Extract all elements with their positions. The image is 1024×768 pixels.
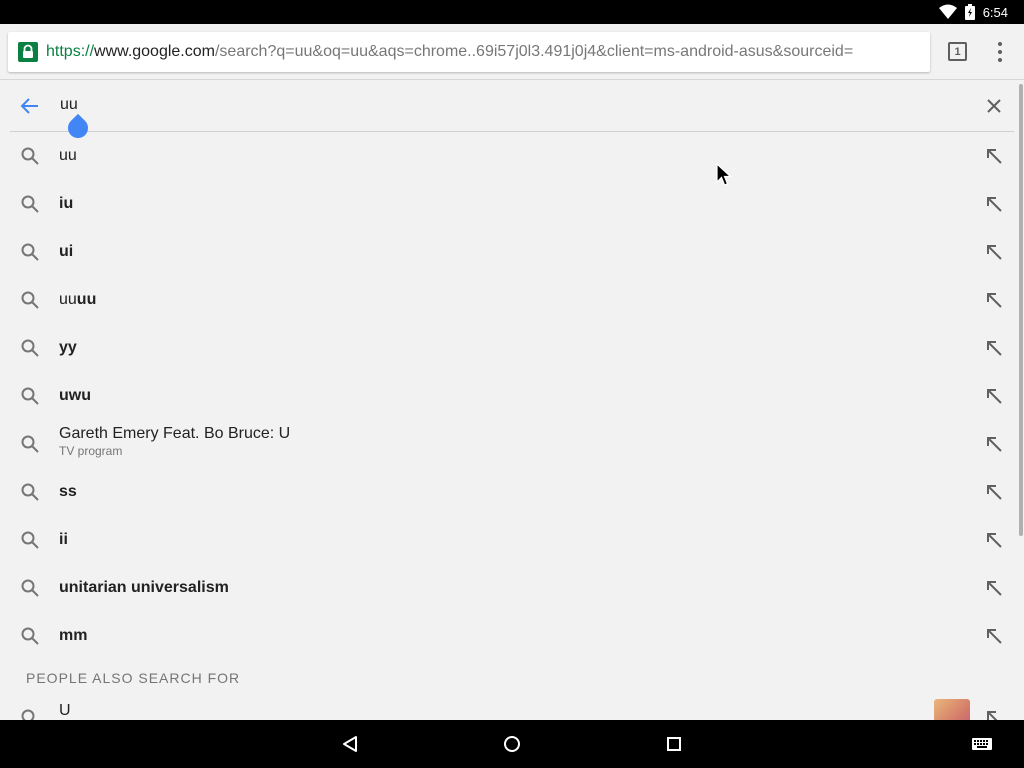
search-icon xyxy=(21,243,39,261)
url-path: /search?q=uu&oq=uu&aqs=chrome..69i57j0l3… xyxy=(214,43,854,60)
overflow-menu-button[interactable] xyxy=(990,38,1010,66)
suggestion-row[interactable]: unitarian universalism xyxy=(0,564,1024,612)
suggestion-text: uuuu xyxy=(59,291,97,308)
suggestion-subtitle: TV program xyxy=(59,444,123,458)
refine-arrow-icon[interactable] xyxy=(985,531,1003,549)
suggestion-row[interactable]: mm xyxy=(0,612,1024,660)
suggestion-row[interactable]: iu xyxy=(0,180,1024,228)
refine-arrow-icon[interactable] xyxy=(985,243,1003,261)
refine-arrow-icon[interactable] xyxy=(985,483,1003,501)
back-arrow-icon[interactable] xyxy=(20,96,40,116)
status-time: 6:54 xyxy=(982,4,1008,20)
search-row: uu xyxy=(10,80,1014,143)
refine-arrow-icon[interactable] xyxy=(985,709,1003,720)
refine-arrow-icon[interactable] xyxy=(985,387,1003,405)
url-host: www.google.com xyxy=(94,43,215,60)
refine-arrow-icon[interactable] xyxy=(985,291,1003,309)
suggestion-text: ui xyxy=(59,243,74,260)
refine-arrow-icon[interactable] xyxy=(985,435,1003,453)
suggestion-thumbnail xyxy=(934,699,970,720)
status-icons: 6:54 xyxy=(938,0,1008,24)
people-also-search-header: PEOPLE ALSO SEARCH FOR xyxy=(26,670,241,686)
battery-icon xyxy=(964,4,975,20)
system-nav-bar xyxy=(0,720,1024,768)
suggestion-row[interactable]: uwu xyxy=(0,372,1024,420)
browser-toolbar: https://www.google.com/search?q=uu&oq=uu… xyxy=(0,24,1024,80)
suggestion-text: uu xyxy=(59,147,77,164)
search-icon xyxy=(21,483,39,501)
suggestion-text: uwu xyxy=(59,387,91,404)
suggestion-text: U xyxy=(59,702,71,719)
suggestion-text: unitarian universalism xyxy=(59,579,229,596)
refine-arrow-icon[interactable] xyxy=(985,579,1003,597)
keyboard-icon[interactable] xyxy=(970,732,994,756)
search-icon xyxy=(21,147,39,165)
url-scheme: https:// xyxy=(46,43,95,60)
suggestion-text: ii xyxy=(59,531,68,548)
lock-icon[interactable] xyxy=(18,42,38,62)
suggestion-row[interactable]: ss xyxy=(0,468,1024,516)
suggestion-list: uu iu ui uuuu yy uwu Gareth Emery Feat. … xyxy=(0,132,1024,660)
status-bar: 6:54 xyxy=(0,0,1024,24)
back-icon[interactable] xyxy=(338,732,362,756)
suggestion-text: ss xyxy=(59,483,77,500)
refine-arrow-icon[interactable] xyxy=(985,339,1003,357)
refine-arrow-icon[interactable] xyxy=(985,627,1003,645)
search-icon xyxy=(21,627,39,645)
search-icon xyxy=(21,339,39,357)
search-icon xyxy=(21,195,39,213)
suggestion-row-entity[interactable]: Gareth Emery Feat. Bo Bruce: U TV progra… xyxy=(0,420,1024,468)
search-icon xyxy=(21,291,39,309)
suggestion-row[interactable]: uuuu xyxy=(0,276,1024,324)
suggestion-row[interactable]: ui xyxy=(0,228,1024,276)
url-bar[interactable]: https://www.google.com/search?q=uu&oq=uu… xyxy=(8,32,930,72)
suggestion-text: yy xyxy=(59,339,77,356)
search-icon xyxy=(21,387,39,405)
search-icon xyxy=(21,531,39,549)
suggestion-row[interactable]: ii xyxy=(0,516,1024,564)
mouse-pointer-icon xyxy=(716,163,732,186)
suggestion-text: iu xyxy=(59,195,74,212)
wifi-icon xyxy=(938,4,957,19)
refine-arrow-icon[interactable] xyxy=(985,195,1003,213)
refine-arrow-icon[interactable] xyxy=(985,147,1003,165)
url-text[interactable]: https://www.google.com/search?q=uu&oq=uu… xyxy=(46,43,853,61)
suggestion-row[interactable]: yy xyxy=(0,324,1024,372)
search-icon xyxy=(21,435,39,453)
recents-icon[interactable] xyxy=(662,732,686,756)
search-query-input[interactable]: uu xyxy=(60,96,78,114)
suggestion-title: Gareth Emery Feat. Bo Bruce: U xyxy=(59,425,291,442)
scrollbar[interactable] xyxy=(1019,84,1023,536)
suggestions-panel: uu uu iu ui uuuu yy uwu Gareth Emery Fea… xyxy=(0,80,1024,720)
search-icon xyxy=(21,709,35,720)
search-icon xyxy=(21,579,39,597)
suggestion-text: mm xyxy=(59,627,88,644)
clear-icon[interactable] xyxy=(984,96,1004,116)
home-icon[interactable] xyxy=(500,732,524,756)
people-also-search-row[interactable]: U xyxy=(0,694,1024,720)
tab-switcher-button[interactable]: 1 xyxy=(948,42,967,61)
suggestion-row[interactable]: uu xyxy=(0,132,1024,180)
